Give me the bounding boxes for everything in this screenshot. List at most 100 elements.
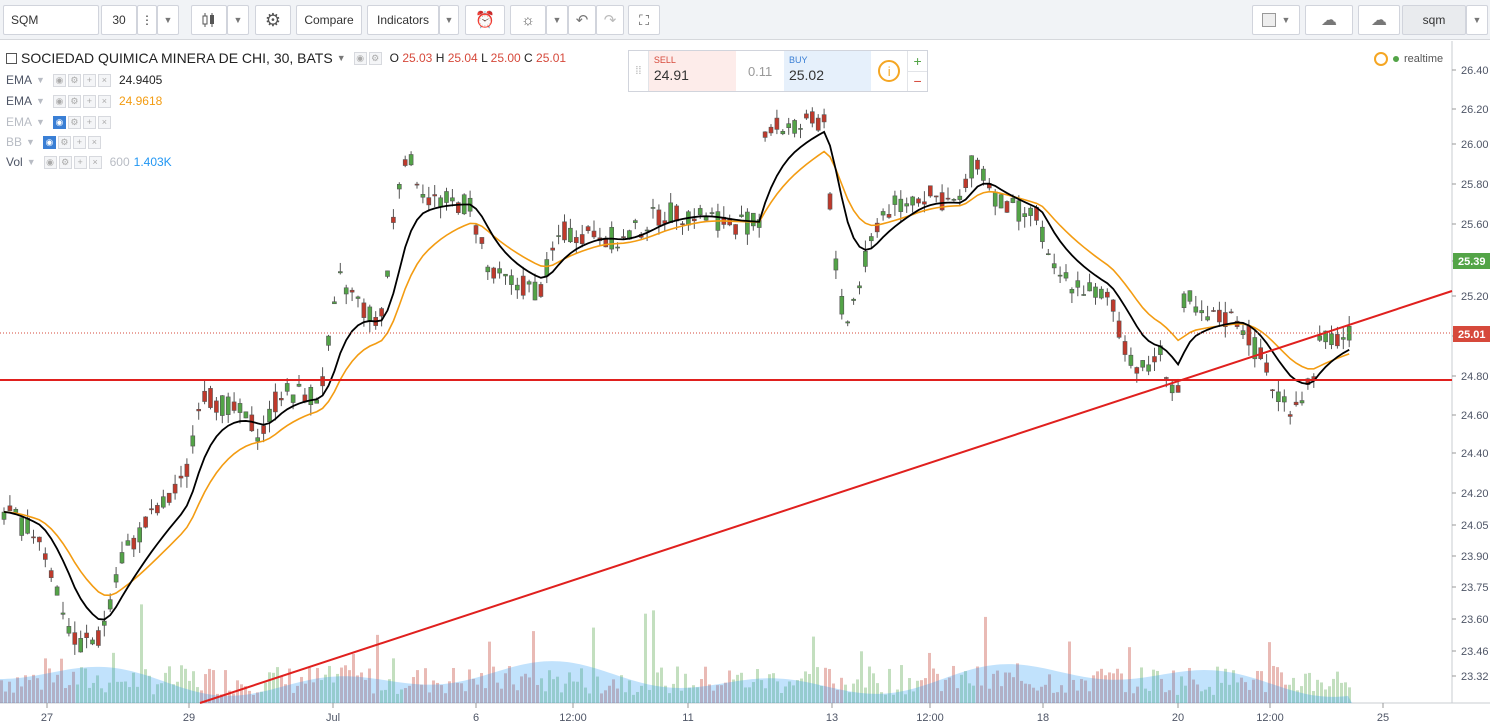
candle	[214, 397, 219, 421]
candle	[131, 535, 137, 557]
plus-icon[interactable]: +	[82, 115, 96, 129]
undo-button[interactable]: ↶	[568, 5, 596, 35]
candle	[72, 621, 78, 655]
gear-icon[interactable]: ⚙	[368, 51, 382, 65]
eye-icon[interactable]: ◉	[43, 155, 57, 169]
eye-hidden-icon[interactable]: ◉	[42, 135, 56, 149]
ideas-button[interactable]: ☼	[510, 5, 546, 35]
close-icon[interactable]: ×	[97, 115, 111, 129]
candle	[668, 193, 674, 223]
chevron-down-icon[interactable]: ▼	[36, 75, 45, 85]
indicator-controls[interactable]: ◉ ⚙ + ×	[52, 115, 111, 129]
candle	[1022, 206, 1028, 228]
chevron-down-icon[interactable]: ▼	[27, 157, 36, 167]
compare-button[interactable]: Compare	[296, 5, 362, 35]
chevron-down-icon[interactable]: ▼	[36, 117, 45, 127]
candle	[886, 204, 892, 219]
candle	[261, 415, 266, 443]
candle	[656, 204, 662, 235]
symbol-header: SOCIEDAD QUIMICA MINERA DE CHI, 30, BATS…	[6, 50, 566, 66]
candle	[868, 233, 874, 248]
candle	[526, 279, 532, 293]
eye-icon[interactable]: ◉	[52, 94, 66, 108]
eye-icon[interactable]: ◉	[52, 73, 66, 87]
plus-icon[interactable]: +	[73, 155, 87, 169]
interval-button[interactable]: 30	[101, 5, 137, 35]
info-button[interactable]: i	[871, 51, 907, 91]
symbol-search-input[interactable]: SQM	[3, 5, 99, 35]
alert-button[interactable]: ⏰	[465, 5, 505, 35]
candle	[1, 507, 7, 525]
minus-button[interactable]: −	[908, 72, 927, 92]
redo-button[interactable]: ↷	[596, 5, 624, 35]
sell-label: SELL	[653, 55, 676, 65]
cloud-upload-icon: ☁	[1371, 12, 1387, 29]
lightbulb-icon: ☼	[521, 11, 535, 29]
indicator-controls[interactable]: ◉ ⚙ + ×	[42, 135, 101, 149]
chart-style-dropdown[interactable]: ▼	[227, 5, 249, 35]
layout-name-button[interactable]: sqm	[1402, 5, 1466, 35]
gear-icon[interactable]: ⚙	[67, 94, 81, 108]
sell-button[interactable]: SELL 24.91	[648, 51, 737, 91]
price-chart[interactable]: 26.4026.2026.0025.8025.6025.4025.2025.00…	[0, 41, 1490, 724]
candle	[981, 165, 986, 186]
chevron-down-icon[interactable]: ▼	[26, 137, 35, 147]
indicators-dropdown[interactable]: ▼	[439, 5, 459, 35]
indicator-name[interactable]: EMA	[6, 115, 32, 129]
clock-alert-icon[interactable]	[1374, 52, 1388, 66]
indicator-name[interactable]: Vol	[6, 155, 23, 169]
chart-pane[interactable]: 26.4026.2026.0025.8025.6025.4025.2025.00…	[0, 41, 1490, 724]
candle	[851, 297, 856, 305]
chevron-down-icon[interactable]: ▼	[36, 96, 45, 106]
save-layout-button[interactable]: ☁	[1358, 5, 1400, 35]
indicator-controls[interactable]: ◉ ⚙ + ×	[52, 73, 111, 87]
candle	[107, 593, 113, 612]
price-tick-label: 25.80	[1461, 179, 1489, 191]
candle	[1341, 327, 1346, 350]
candle	[96, 626, 101, 648]
interval-menu-button[interactable]: ⋮	[137, 5, 157, 35]
layout-dropdown[interactable]: ▼	[1466, 5, 1488, 35]
plus-button[interactable]: +	[908, 51, 927, 72]
load-layout-button[interactable]: ☁	[1305, 5, 1353, 35]
candle	[815, 114, 821, 133]
close-icon[interactable]: ×	[97, 94, 111, 108]
indicator-controls[interactable]: ◉ ⚙ + ×	[52, 94, 111, 108]
indicator-name[interactable]: EMA	[6, 73, 32, 87]
time-tick-label: 6	[473, 712, 479, 724]
time-tick-label: 12:00	[559, 712, 587, 724]
plus-icon[interactable]: +	[82, 73, 96, 87]
settings-button[interactable]: ⚙	[255, 5, 291, 35]
candle	[42, 547, 48, 568]
top-toolbar: SQM 30 ⋮ ▼ ▼ ⚙ Compare Indicators ▼ ⏰ ☼ …	[0, 0, 1490, 40]
eye-hidden-icon[interactable]: ◉	[52, 115, 66, 129]
eye-icon[interactable]: ◉	[353, 51, 367, 65]
chevron-down-icon[interactable]: ▼	[337, 53, 346, 63]
candle	[1282, 389, 1287, 412]
chart-style-button[interactable]	[191, 5, 227, 35]
gear-icon[interactable]: ⚙	[67, 73, 81, 87]
gear-icon[interactable]: ⚙	[57, 135, 71, 149]
plus-icon[interactable]: +	[72, 135, 86, 149]
close-icon[interactable]: ×	[87, 135, 101, 149]
candle	[1276, 380, 1281, 412]
color-picker-button[interactable]: ▼	[1252, 5, 1300, 35]
ideas-dropdown[interactable]: ▼	[546, 5, 568, 35]
fullscreen-button[interactable]: ⛶	[628, 5, 660, 35]
close-icon[interactable]: ×	[88, 155, 102, 169]
gear-icon[interactable]: ⚙	[67, 115, 81, 129]
close-icon[interactable]: ×	[97, 73, 111, 87]
indicators-button[interactable]: Indicators	[367, 5, 439, 35]
buy-button[interactable]: BUY 25.02	[783, 51, 872, 91]
drag-handle-icon[interactable]: ⁞⁞	[629, 51, 649, 91]
series-controls[interactable]: ◉ ⚙	[353, 51, 382, 65]
indicator-controls[interactable]: ◉ ⚙ + ×	[43, 155, 102, 169]
candle	[768, 124, 774, 136]
gear-icon[interactable]: ⚙	[58, 155, 72, 169]
candle	[1346, 316, 1352, 348]
interval-dropdown-button[interactable]: ▼	[157, 5, 179, 35]
indicator-name[interactable]: BB	[6, 135, 22, 149]
indicator-name[interactable]: EMA	[6, 94, 32, 108]
plus-icon[interactable]: +	[82, 94, 96, 108]
collapse-icon[interactable]	[6, 52, 17, 64]
